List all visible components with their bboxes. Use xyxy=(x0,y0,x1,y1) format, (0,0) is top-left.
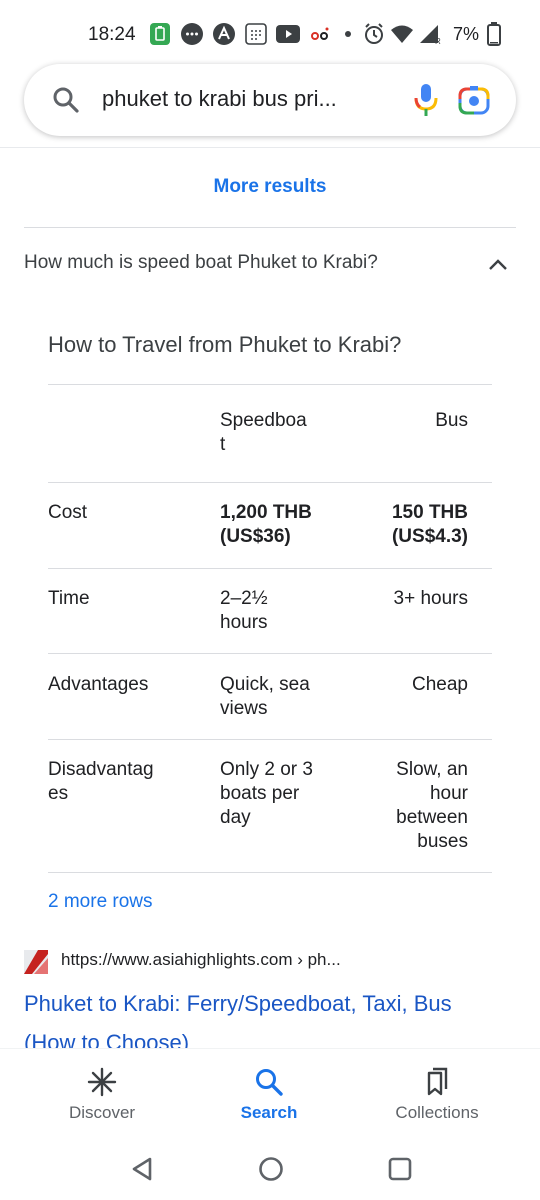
app-a-icon xyxy=(212,22,236,46)
search-bar[interactable]: phuket to krabi bus pri... xyxy=(24,64,516,136)
battery-saver-icon xyxy=(148,22,172,46)
recents-icon[interactable] xyxy=(385,1154,415,1184)
search-input[interactable]: phuket to krabi bus pri... xyxy=(102,86,337,112)
battery-percent: 7% xyxy=(453,24,480,44)
bottom-navigation: Discover Search Collections xyxy=(0,1048,540,1138)
search-icon[interactable] xyxy=(52,86,80,119)
dot-icon xyxy=(336,22,360,46)
messages-icon xyxy=(180,22,204,46)
battery-icon xyxy=(482,22,506,46)
table-divider xyxy=(48,739,492,740)
back-icon[interactable] xyxy=(128,1154,158,1184)
nav-search-label[interactable]: Search xyxy=(189,1103,349,1123)
nav-discover-label[interactable]: Discover xyxy=(22,1103,182,1123)
alarm-icon xyxy=(362,22,386,46)
divider xyxy=(24,227,516,228)
table-divider xyxy=(48,482,492,483)
calculator-icon xyxy=(244,22,268,46)
table-divider xyxy=(48,653,492,654)
header-bus: Bus xyxy=(435,410,468,431)
time-speedboat: 2–2½ hours xyxy=(220,588,268,633)
card-title: How to Travel from Phuket to Krabi? xyxy=(48,332,402,357)
app-logo-icon xyxy=(308,22,332,46)
google-lens-icon[interactable] xyxy=(458,85,490,120)
signal-icon: R xyxy=(418,22,442,46)
cost-bus: 150 THB (US$4.3) xyxy=(391,502,468,547)
advantages-bus: Cheap xyxy=(412,674,468,695)
row-label-advantages: Advantages xyxy=(48,674,149,695)
nav-search[interactable]: Search xyxy=(189,1049,349,1139)
nav-discover[interactable]: Discover xyxy=(22,1049,182,1139)
result-url[interactable]: https://www.asiahighlights.com › ph... xyxy=(61,950,341,970)
header-divider xyxy=(0,147,540,148)
chevron-up-icon[interactable] xyxy=(486,255,510,278)
table-divider xyxy=(48,872,492,873)
microphone-icon[interactable] xyxy=(412,82,440,123)
faq-question[interactable]: How much is speed boat Phuket to Krabi? xyxy=(24,252,378,274)
table-divider xyxy=(48,384,492,385)
disadvantages-speedboat: Only 2 or 3 boats per day xyxy=(220,759,313,828)
youtube-icon xyxy=(276,22,300,46)
row-label-disadvantages: Disadvantag es xyxy=(48,759,154,804)
home-icon[interactable] xyxy=(256,1154,286,1184)
row-label-cost: Cost xyxy=(48,502,88,523)
site-favicon-icon xyxy=(24,950,48,974)
advantages-speedboat: Quick, sea views xyxy=(220,674,310,719)
asterisk-icon[interactable] xyxy=(87,1067,117,1102)
nav-collections-label[interactable]: Collections xyxy=(357,1103,517,1123)
more-results-link[interactable]: More results xyxy=(0,176,540,198)
more-results-label[interactable]: More results xyxy=(214,176,327,197)
header-speedboat: Speedboa t xyxy=(220,410,307,455)
time-bus: 3+ hours xyxy=(393,588,468,609)
svg-text:R: R xyxy=(435,37,441,45)
bookmarks-icon[interactable] xyxy=(422,1067,452,1102)
table-divider xyxy=(48,568,492,569)
system-navigation xyxy=(0,1138,540,1200)
status-bar: 18:24 R 7% xyxy=(0,0,540,64)
nav-collections[interactable]: Collections xyxy=(357,1049,517,1139)
cost-speedboat: 1,200 THB (US$36) xyxy=(220,502,312,547)
row-label-time: Time xyxy=(48,588,90,609)
search-icon[interactable] xyxy=(254,1067,284,1102)
disadvantages-bus: Slow, an hour between buses xyxy=(396,759,468,852)
wifi-icon xyxy=(390,22,414,46)
more-rows-link[interactable]: 2 more rows xyxy=(48,891,153,913)
status-time: 18:24 xyxy=(88,24,136,45)
